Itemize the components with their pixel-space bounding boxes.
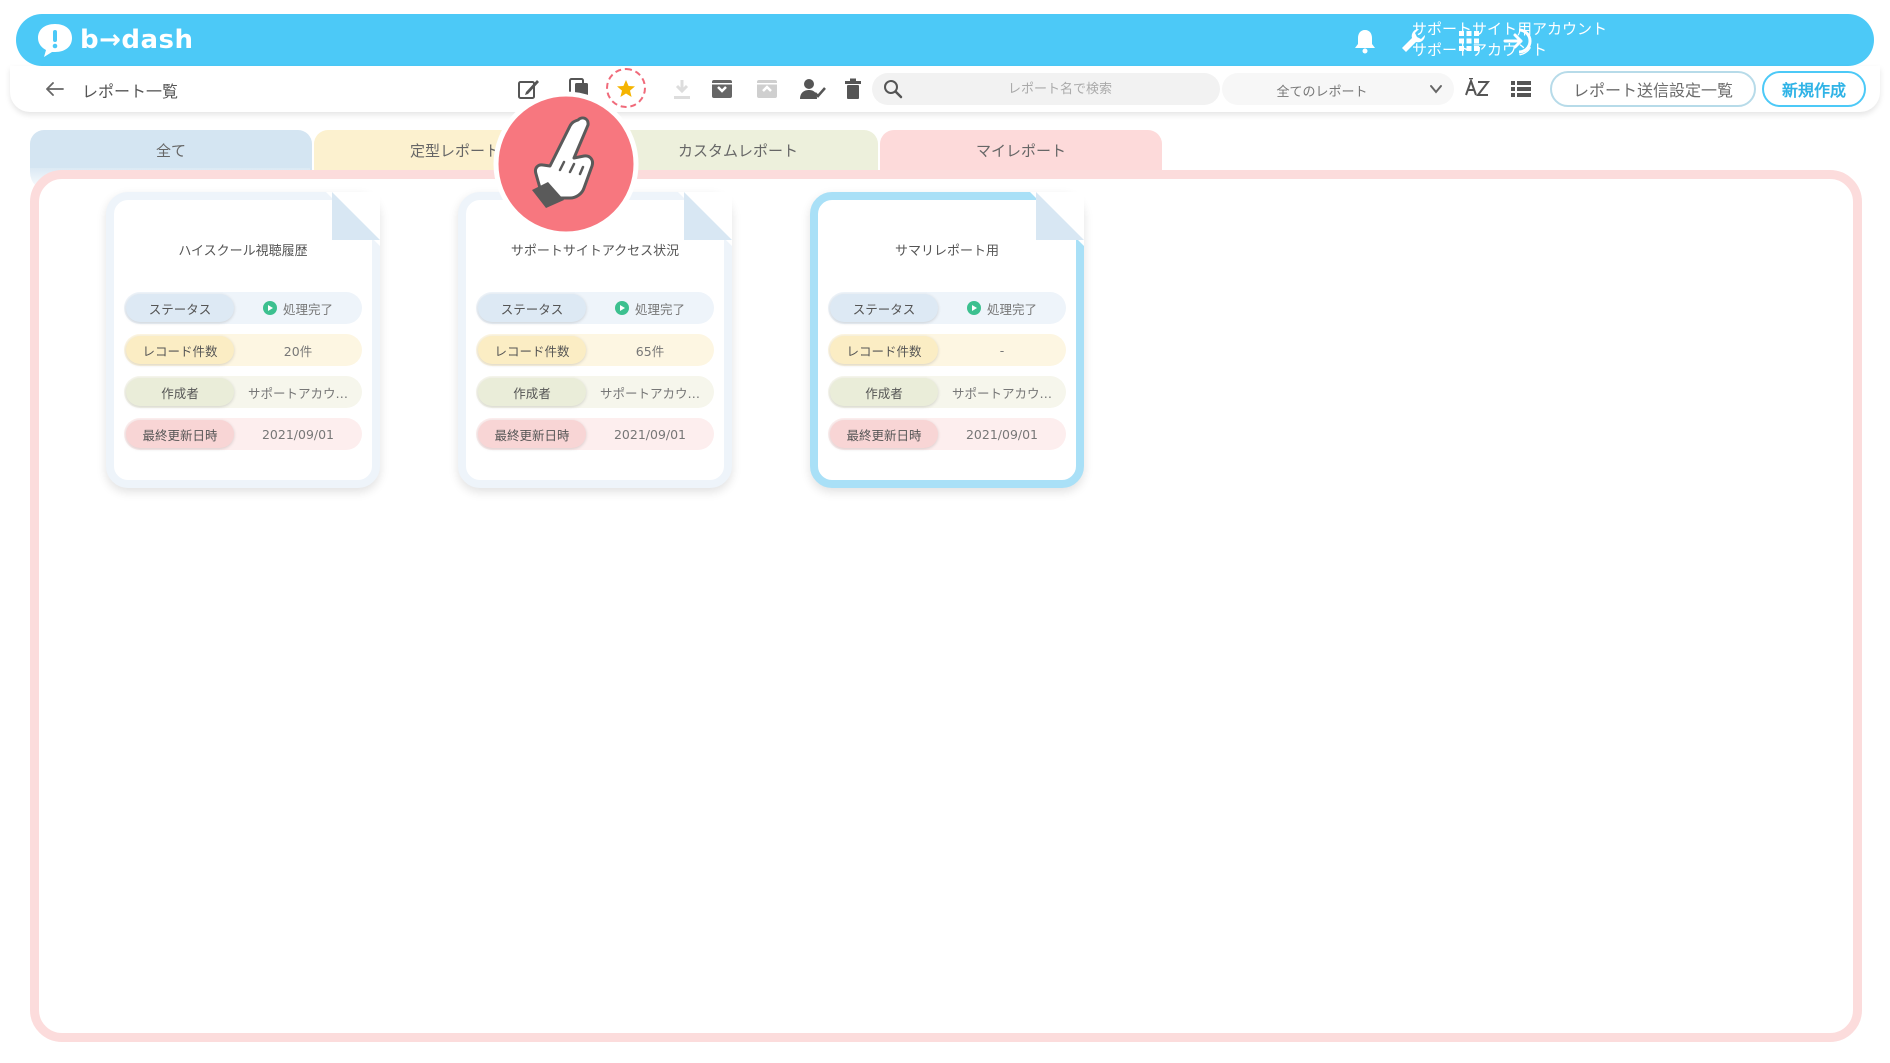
status-row: ステータス 処理完了 xyxy=(828,292,1066,324)
report-card-title: サポートサイトアクセス状況 xyxy=(510,244,680,259)
status-label: ステータス xyxy=(126,294,234,322)
page-corner-icon xyxy=(1030,192,1084,246)
author-label: 作成者 xyxy=(126,378,234,406)
author-label: 作成者 xyxy=(830,378,938,406)
updated-value: 2021/09/01 xyxy=(261,426,335,442)
logout-icon[interactable] xyxy=(1502,24,1536,58)
search-input[interactable] xyxy=(912,73,1208,105)
trash-icon[interactable] xyxy=(838,74,868,104)
top-header: b→dash サポートサイト用アカウント サポートアカウント xyxy=(16,14,1874,66)
new-report-button[interactable]: 新規作成 xyxy=(1762,71,1866,107)
tab-all[interactable]: 全て xyxy=(30,130,312,170)
status-row: ステータス 処理完了 xyxy=(476,292,714,324)
chevron-down-icon xyxy=(1428,81,1444,97)
toolbar: レポート一覧 全てのレポート xyxy=(10,66,1880,112)
wrench-icon[interactable] xyxy=(1396,24,1430,58)
apps-grid-icon[interactable] xyxy=(1452,24,1486,58)
status-done-icon xyxy=(262,301,277,315)
report-card-selected[interactable]: サマリレポート用 ステータス 処理完了 レコード件数 - 作成者 サポートアカウ… xyxy=(810,192,1084,488)
updated-label: 最終更新日時 xyxy=(478,420,586,448)
status-done-icon xyxy=(966,301,981,315)
updated-value: 2021/09/01 xyxy=(965,426,1039,442)
status-label: ステータス xyxy=(830,294,938,322)
status-value: 処理完了 xyxy=(590,292,710,324)
author-value: サポートアカウ… xyxy=(951,385,1052,401)
bell-icon[interactable] xyxy=(1348,24,1382,58)
author-row: 作成者 サポートアカウ… xyxy=(476,376,714,408)
updated-row: 最終更新日時 2021/09/01 xyxy=(476,418,714,450)
tab-custom-label: カスタムレポート xyxy=(677,141,798,160)
tab-all-label: 全て xyxy=(155,141,186,160)
record-count-label: レコード件数 xyxy=(478,336,586,364)
status-text: 処理完了 xyxy=(986,301,1037,317)
sort-az-icon[interactable] xyxy=(1462,74,1492,104)
status-value: 処理完了 xyxy=(238,292,358,324)
status-text: 処理完了 xyxy=(282,301,333,317)
updated-value: 2021/09/01 xyxy=(613,426,687,442)
search-box[interactable] xyxy=(872,73,1220,105)
logo[interactable]: b→dash xyxy=(36,22,194,58)
updated-label: 最終更新日時 xyxy=(126,420,234,448)
record-count-label: レコード件数 xyxy=(126,336,234,364)
tab-my-reports-label: マイレポート xyxy=(975,141,1066,160)
report-filter-select[interactable]: 全てのレポート xyxy=(1222,73,1454,105)
author-value: サポートアカウ… xyxy=(247,385,348,401)
status-row: ステータス 処理完了 xyxy=(124,292,362,324)
user-assign-icon[interactable] xyxy=(798,74,828,104)
record-count-row: レコード件数 65件 xyxy=(476,334,714,366)
status-done-icon xyxy=(614,301,629,315)
author-row: 作成者 サポートアカウ… xyxy=(124,376,362,408)
record-count-value: - xyxy=(999,342,1005,358)
list-view-icon[interactable] xyxy=(1506,74,1536,104)
author-row: 作成者 サポートアカウ… xyxy=(828,376,1066,408)
author-value: サポートアカウ… xyxy=(599,385,700,401)
record-count-row: レコード件数 20件 xyxy=(124,334,362,366)
report-card[interactable]: ハイスクール視聴履歴 ステータス 処理完了 レコード件数 20件 作成者 サポー… xyxy=(106,192,380,488)
record-count-label: レコード件数 xyxy=(830,336,938,364)
tab-custom[interactable]: カスタムレポート xyxy=(598,130,878,170)
updated-row: 最終更新日時 2021/09/01 xyxy=(124,418,362,450)
logo-bubble-icon xyxy=(36,22,74,58)
download-icon[interactable] xyxy=(667,74,697,104)
send-settings-list-button[interactable]: レポート送信設定一覧 xyxy=(1550,71,1756,107)
page-corner-icon xyxy=(326,192,380,246)
report-card-title: ハイスクール視聴履歴 xyxy=(178,244,308,259)
tab-standard-label: 定型レポート xyxy=(409,141,500,160)
unarchive-icon[interactable] xyxy=(752,74,782,104)
author-label: 作成者 xyxy=(478,378,586,406)
updated-label: 最終更新日時 xyxy=(830,420,938,448)
logo-text: b→dash xyxy=(80,25,194,55)
record-count-value: 20件 xyxy=(283,343,313,359)
page-corner-icon xyxy=(678,192,732,246)
updated-row: 最終更新日時 2021/09/01 xyxy=(828,418,1066,450)
back-arrow-icon[interactable] xyxy=(40,74,70,104)
search-icon xyxy=(882,78,904,100)
status-label: ステータス xyxy=(478,294,586,322)
record-count-row: レコード件数 - xyxy=(828,334,1066,366)
record-count-value: 65件 xyxy=(635,343,665,359)
status-value: 処理完了 xyxy=(942,292,1062,324)
report-filter-value: 全てのレポート xyxy=(1276,85,1368,100)
tab-my-reports[interactable]: マイレポート xyxy=(880,130,1162,170)
page-title: レポート一覧 xyxy=(82,82,179,101)
hand-pointer-icon xyxy=(492,90,640,238)
report-card-title: サマリレポート用 xyxy=(894,244,999,259)
archive-icon[interactable] xyxy=(707,74,737,104)
status-text: 処理完了 xyxy=(634,301,685,317)
